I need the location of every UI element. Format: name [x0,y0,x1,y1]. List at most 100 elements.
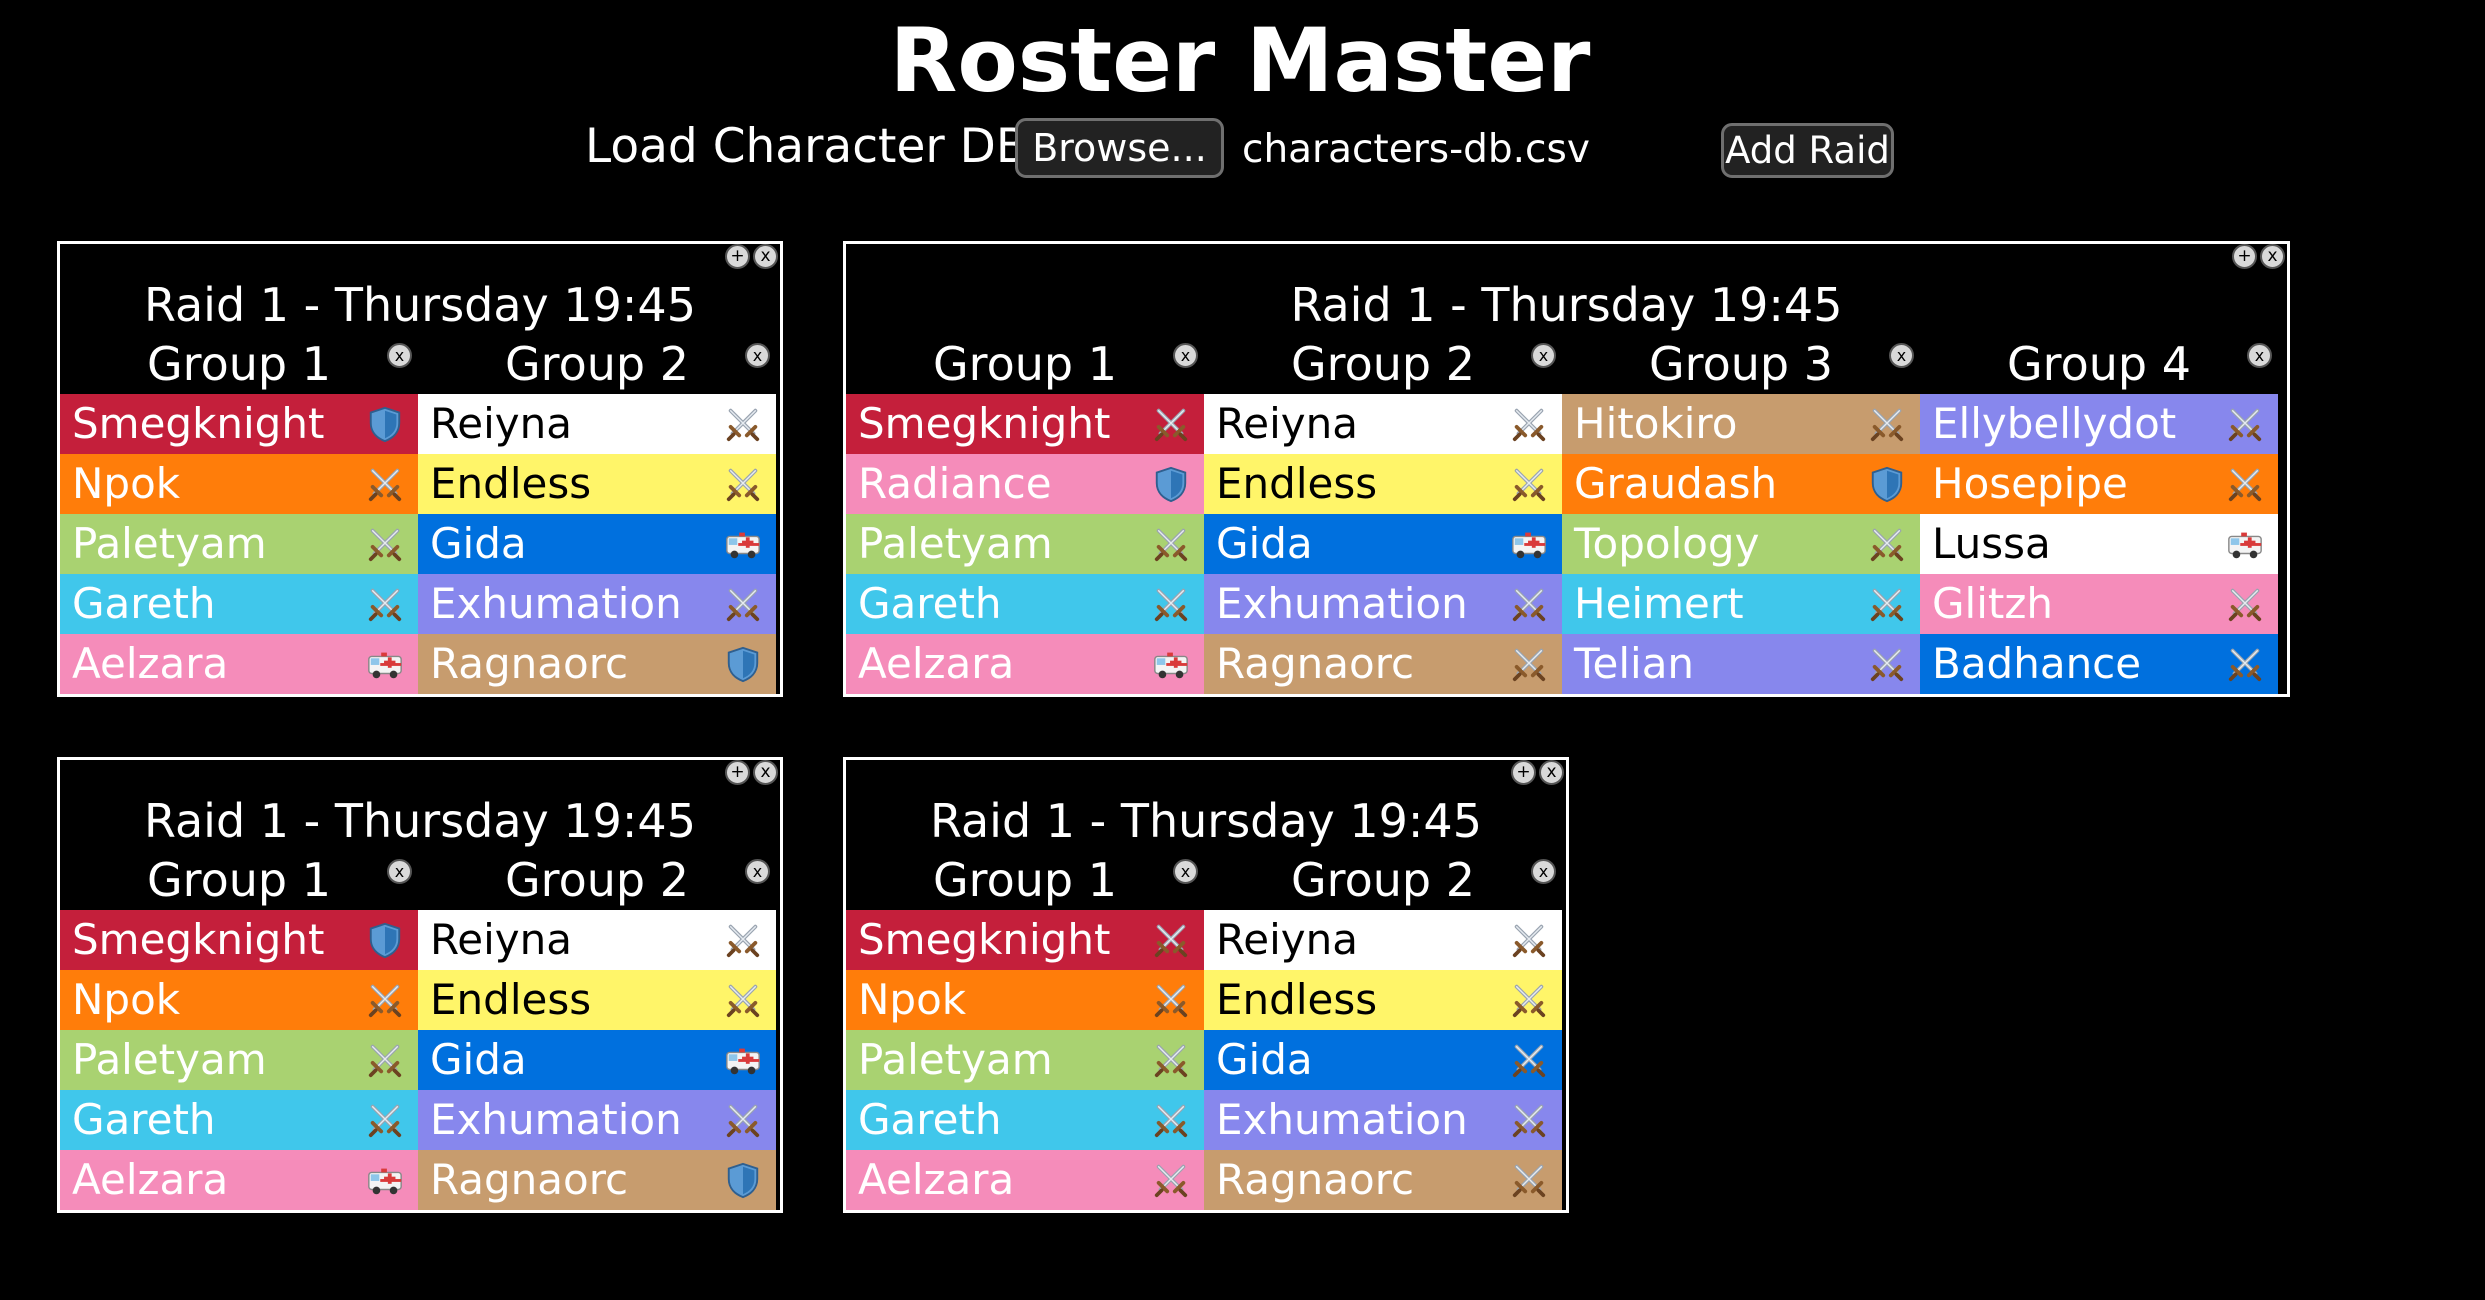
member-row[interactable]: Aelzara [60,1150,418,1210]
member-name: Smegknight [72,399,325,448]
member-name: Gareth [858,1095,1002,1144]
remove-group-button[interactable]: x [387,343,412,368]
close-raid-button[interactable]: x [753,244,778,269]
member-row[interactable]: Smegknight [60,394,418,454]
browse-button[interactable]: Browse... [1015,118,1224,178]
member-row[interactable]: Telian [1562,634,1920,694]
member-row[interactable]: Radiance [846,454,1204,514]
dps-swords-icon [1152,981,1190,1019]
group-header: Group 4 x [1920,334,2278,394]
member-row[interactable]: Gida [418,514,776,574]
member-row[interactable]: Paletyam [60,1030,418,1090]
remove-group-button[interactable]: x [1173,343,1198,368]
member-row[interactable]: Smegknight [846,910,1204,970]
member-row[interactable]: Gida [1204,1030,1562,1090]
member-row[interactable]: Gida [1204,514,1562,574]
remove-group-button[interactable]: x [1531,343,1556,368]
member-name: Badhance [1932,639,2142,688]
member-row[interactable]: Ragnaorc [1204,634,1562,694]
dps-swords-icon [1868,525,1906,563]
remove-group-button[interactable]: x [1173,859,1198,884]
member-row[interactable]: Npok [846,970,1204,1030]
remove-group-button[interactable]: x [745,343,770,368]
dps-swords-icon [366,1041,404,1079]
close-raid-button[interactable]: x [2260,244,2285,269]
member-row[interactable]: Lussa [1920,514,2278,574]
close-raid-button[interactable]: x [753,760,778,785]
close-raid-button[interactable]: x [1539,760,1564,785]
remove-group-button[interactable]: x [2247,343,2272,368]
remove-group-button[interactable]: x [1531,859,1556,884]
member-row[interactable]: Gareth [846,1090,1204,1150]
dps-swords-icon [1510,465,1548,503]
raid-title: Raid 1 - Thursday 19:45 [144,278,696,332]
remove-group-button[interactable]: x [745,859,770,884]
member-row[interactable]: Ragnaorc [418,1150,776,1210]
member-row[interactable]: Topology [1562,514,1920,574]
member-name: Lussa [1932,519,2051,568]
member-row[interactable]: Badhance [1920,634,2278,694]
raid-group: Group 1 x Smegknight Radiance Paletyam Gareth… [846,334,1204,694]
add-raid-button[interactable]: Add Raid [1721,123,1894,178]
member-row[interactable]: Ragnaorc [418,634,776,694]
add-group-button[interactable]: + [2232,244,2257,269]
member-name: Ragnaorc [1216,1155,1415,1204]
member-row[interactable]: Paletyam [846,514,1204,574]
member-name: Hosepipe [1932,459,2128,508]
member-row[interactable]: Npok [60,970,418,1030]
member-row[interactable]: Gareth [60,1090,418,1150]
member-row[interactable]: Paletyam [60,514,418,574]
dps-swords-icon [366,465,404,503]
member-row[interactable]: Aelzara [60,634,418,694]
member-row[interactable]: Smegknight [846,394,1204,454]
healer-ambulance-icon [724,1041,762,1079]
member-row[interactable]: Npok [60,454,418,514]
dps-swords-icon [366,1101,404,1139]
member-row[interactable]: Glitzh [1920,574,2278,634]
raid-group: Group 3 x Hitokiro Graudash Topology Heimert T… [1562,334,1920,694]
member-row[interactable]: Exhumation [1204,574,1562,634]
member-row[interactable]: Smegknight [60,910,418,970]
member-row[interactable]: Exhumation [418,574,776,634]
member-row[interactable]: Exhumation [418,1090,776,1150]
member-row[interactable]: Gareth [846,574,1204,634]
member-row[interactable]: Gareth [60,574,418,634]
member-row[interactable]: Reiyna [1204,394,1562,454]
member-row[interactable]: Ragnaorc [1204,1150,1562,1210]
member-row[interactable]: Endless [418,454,776,514]
member-row[interactable]: Ellybellydot [1920,394,2278,454]
member-row[interactable]: Gida [418,1030,776,1090]
dps-swords-icon [724,921,762,959]
member-row[interactable]: Endless [418,970,776,1030]
remove-group-button[interactable]: x [1889,343,1914,368]
member-row[interactable]: Reiyna [1204,910,1562,970]
member-row[interactable]: Endless [1204,970,1562,1030]
tank-shield-icon [1152,465,1190,503]
member-row[interactable]: Paletyam [846,1030,1204,1090]
add-group-button[interactable]: + [1511,760,1536,785]
member-row[interactable]: Hosepipe [1920,454,2278,514]
member-row[interactable]: Aelzara [846,634,1204,694]
member-row[interactable]: Aelzara [846,1150,1204,1210]
member-name: Ellybellydot [1932,399,2177,448]
member-name: Exhumation [430,1095,682,1144]
member-name: Ragnaorc [430,1155,629,1204]
member-row[interactable]: Hitokiro [1562,394,1920,454]
member-row[interactable]: Graudash [1562,454,1920,514]
member-row[interactable]: Reiyna [418,394,776,454]
dps-swords-icon [1510,981,1548,1019]
dps-swords-icon [2226,465,2264,503]
add-group-button[interactable]: + [725,760,750,785]
member-name: Paletyam [858,519,1053,568]
raid-panel: + x Raid 1 - Thursday 19:45 Group 1 x Smegkni… [843,241,2290,697]
member-row[interactable]: Endless [1204,454,1562,514]
add-group-button[interactable]: + [725,244,750,269]
member-name: Glitzh [1932,579,2054,628]
member-row[interactable]: Heimert [1562,574,1920,634]
member-row[interactable]: Reiyna [418,910,776,970]
member-row[interactable]: Exhumation [1204,1090,1562,1150]
raid-groups: Group 1 x Smegknight Radiance Paletyam Gareth… [846,334,2287,694]
dps-swords-icon [1152,1041,1190,1079]
remove-group-button[interactable]: x [387,859,412,884]
load-character-db-label: Load Character DB [585,119,1029,174]
